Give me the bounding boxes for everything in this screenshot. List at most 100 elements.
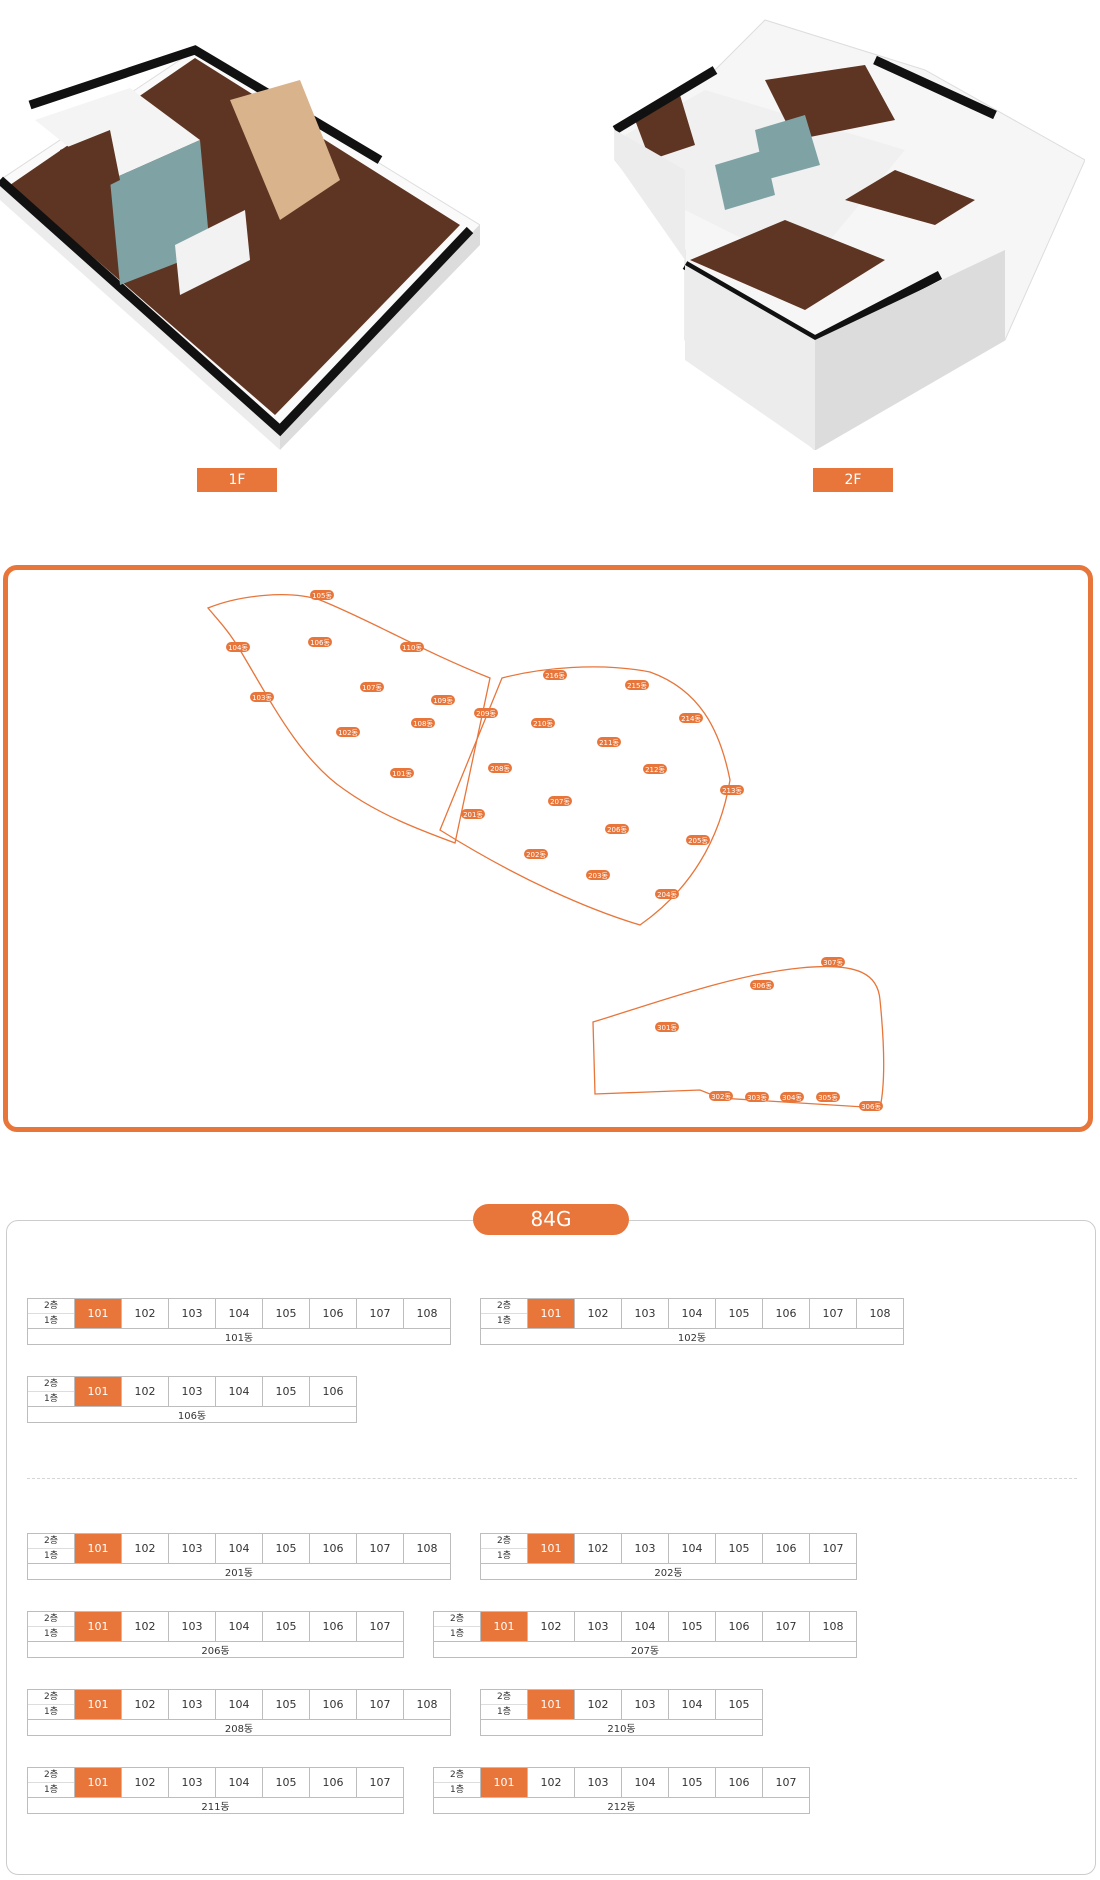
building-label[interactable]: 201동 — [463, 811, 483, 819]
unit-cell[interactable]: 101 — [74, 1689, 122, 1720]
unit-cell[interactable]: 102 — [574, 1298, 622, 1329]
unit-cell[interactable]: 103 — [168, 1767, 216, 1798]
building-label[interactable]: 109동 — [433, 697, 453, 705]
building-label[interactable]: 305동 — [818, 1094, 838, 1102]
unit-cell[interactable]: 106 — [762, 1298, 810, 1329]
unit-cell[interactable]: 101 — [527, 1689, 575, 1720]
unit-cell[interactable]: 103 — [621, 1533, 669, 1564]
unit-cell[interactable]: 104 — [668, 1689, 716, 1720]
unit-cell[interactable]: 108 — [403, 1298, 451, 1329]
unit-cell[interactable]: 107 — [762, 1611, 810, 1642]
building-label[interactable]: 107동 — [362, 684, 382, 692]
unit-cell[interactable]: 103 — [168, 1533, 216, 1564]
unit-cell[interactable]: 106 — [715, 1767, 763, 1798]
unit-cell[interactable]: 101 — [74, 1376, 122, 1407]
building-label[interactable]: 214동 — [681, 715, 701, 723]
unit-cell[interactable]: 101 — [480, 1767, 528, 1798]
building-label[interactable]: 209동 — [476, 710, 496, 718]
unit-cell[interactable]: 107 — [809, 1298, 857, 1329]
unit-cell[interactable]: 104 — [621, 1767, 669, 1798]
unit-cell[interactable]: 102 — [121, 1298, 169, 1329]
building-label[interactable]: 202동 — [526, 851, 546, 859]
building-label[interactable]: 103동 — [252, 694, 272, 702]
unit-cell[interactable]: 103 — [621, 1298, 669, 1329]
building-label[interactable]: 216동 — [545, 672, 565, 680]
building-label[interactable]: 213동 — [722, 787, 742, 795]
building-label[interactable]: 102동 — [338, 729, 358, 737]
unit-cell[interactable]: 108 — [403, 1533, 451, 1564]
building-label[interactable]: 303동 — [747, 1094, 767, 1102]
unit-cell[interactable]: 106 — [309, 1767, 357, 1798]
unit-cell[interactable]: 106 — [309, 1533, 357, 1564]
building-label[interactable]: 207동 — [550, 798, 570, 806]
building-label[interactable]: 302동 — [711, 1093, 731, 1101]
unit-cell[interactable]: 107 — [356, 1767, 404, 1798]
building-label[interactable]: 203동 — [588, 872, 608, 880]
unit-cell[interactable]: 108 — [403, 1689, 451, 1720]
building-label[interactable]: 204동 — [657, 891, 677, 899]
unit-cell[interactable]: 102 — [121, 1611, 169, 1642]
building-label[interactable]: 108동 — [413, 720, 433, 728]
unit-cell[interactable]: 103 — [574, 1767, 622, 1798]
unit-cell[interactable]: 105 — [262, 1298, 310, 1329]
building-label[interactable]: 301동 — [657, 1024, 677, 1032]
unit-cell[interactable]: 105 — [715, 1298, 763, 1329]
unit-cell[interactable]: 102 — [527, 1611, 575, 1642]
unit-cell[interactable]: 105 — [715, 1689, 763, 1720]
unit-cell[interactable]: 101 — [74, 1533, 122, 1564]
building-label[interactable]: 215동 — [627, 682, 647, 690]
unit-cell[interactable]: 102 — [121, 1689, 169, 1720]
building-label[interactable]: 105동 — [312, 592, 332, 600]
building-label[interactable]: 307동 — [823, 959, 843, 967]
unit-cell[interactable]: 104 — [215, 1689, 263, 1720]
unit-cell[interactable]: 102 — [574, 1689, 622, 1720]
building-label[interactable]: 101동 — [392, 770, 412, 778]
unit-cell[interactable]: 101 — [74, 1767, 122, 1798]
unit-cell[interactable]: 101 — [74, 1611, 122, 1642]
unit-cell[interactable]: 102 — [574, 1533, 622, 1564]
unit-cell[interactable]: 101 — [480, 1611, 528, 1642]
building-label[interactable]: 206동 — [607, 826, 627, 834]
unit-cell[interactable]: 107 — [762, 1767, 810, 1798]
unit-cell[interactable]: 106 — [309, 1376, 357, 1407]
unit-cell[interactable]: 105 — [715, 1533, 763, 1564]
unit-cell[interactable]: 102 — [121, 1376, 169, 1407]
unit-cell[interactable]: 101 — [74, 1298, 122, 1329]
unit-cell[interactable]: 105 — [668, 1611, 716, 1642]
unit-cell[interactable]: 106 — [715, 1611, 763, 1642]
unit-cell[interactable]: 101 — [527, 1533, 575, 1564]
unit-cell[interactable]: 108 — [809, 1611, 857, 1642]
unit-cell[interactable]: 105 — [262, 1533, 310, 1564]
unit-cell[interactable]: 104 — [215, 1298, 263, 1329]
unit-cell[interactable]: 103 — [574, 1611, 622, 1642]
unit-cell[interactable]: 103 — [168, 1298, 216, 1329]
building-label[interactable]: 306동 — [752, 982, 772, 990]
unit-cell[interactable]: 104 — [215, 1611, 263, 1642]
unit-cell[interactable]: 102 — [527, 1767, 575, 1798]
building-label[interactable]: 106동 — [310, 639, 330, 647]
unit-cell[interactable]: 106 — [309, 1689, 357, 1720]
unit-cell[interactable]: 105 — [262, 1376, 310, 1407]
unit-cell[interactable]: 106 — [762, 1533, 810, 1564]
unit-cell[interactable]: 106 — [309, 1298, 357, 1329]
unit-cell[interactable]: 108 — [856, 1298, 904, 1329]
unit-cell[interactable]: 104 — [215, 1533, 263, 1564]
building-label[interactable]: 306동 — [861, 1103, 881, 1111]
unit-cell[interactable]: 105 — [262, 1767, 310, 1798]
building-label[interactable]: 210동 — [533, 720, 553, 728]
unit-cell[interactable]: 101 — [527, 1298, 575, 1329]
unit-cell[interactable]: 106 — [309, 1611, 357, 1642]
unit-cell[interactable]: 103 — [168, 1376, 216, 1407]
unit-cell[interactable]: 105 — [262, 1689, 310, 1720]
building-label[interactable]: 211동 — [599, 739, 619, 747]
unit-cell[interactable]: 107 — [356, 1298, 404, 1329]
unit-cell[interactable]: 107 — [356, 1689, 404, 1720]
building-label[interactable]: 205동 — [688, 837, 708, 845]
unit-cell[interactable]: 103 — [168, 1689, 216, 1720]
unit-cell[interactable]: 104 — [215, 1767, 263, 1798]
building-label[interactable]: 212동 — [645, 766, 665, 774]
unit-cell[interactable]: 107 — [356, 1533, 404, 1564]
unit-cell[interactable]: 104 — [621, 1611, 669, 1642]
unit-cell[interactable]: 104 — [668, 1533, 716, 1564]
unit-cell[interactable]: 107 — [809, 1533, 857, 1564]
